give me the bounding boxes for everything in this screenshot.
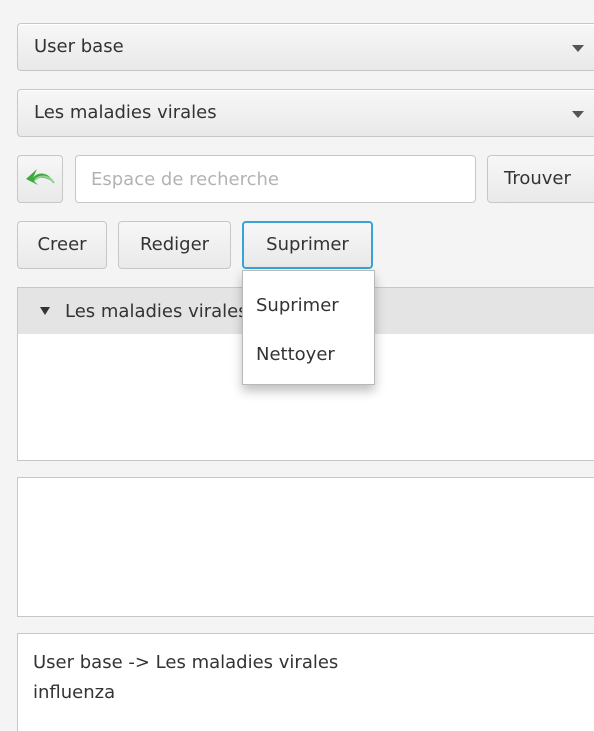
create-button[interactable]: Creer xyxy=(17,221,107,269)
tree-root-label: Les maladies virales xyxy=(65,301,248,322)
category-combo-label: Les maladies virales xyxy=(34,102,217,123)
chevron-down-icon xyxy=(572,45,584,52)
back-arrow-icon xyxy=(26,169,55,185)
chevron-down-icon xyxy=(572,111,584,118)
output-line: influenza xyxy=(33,682,116,703)
detail-panel[interactable] xyxy=(17,477,594,617)
user-base-combo-label: User base xyxy=(34,36,124,57)
delete-button[interactable]: Suprimer xyxy=(242,221,373,269)
user-base-combo[interactable]: User base xyxy=(17,23,594,71)
find-button[interactable]: Trouver xyxy=(487,155,594,203)
menu-item-delete[interactable]: Suprimer xyxy=(244,284,373,328)
context-menu: Suprimer Nettoyer xyxy=(242,270,375,385)
app-window: User base Les maladies virales Trouver C… xyxy=(0,0,594,731)
back-button[interactable] xyxy=(17,155,63,203)
menu-item-label: Suprimer xyxy=(256,295,339,316)
triangle-down-icon[interactable] xyxy=(40,307,50,315)
output-line: User base -> Les maladies virales xyxy=(33,652,339,673)
search-input[interactable] xyxy=(75,155,476,203)
category-combo[interactable]: Les maladies virales xyxy=(17,89,594,137)
menu-item-label: Nettoyer xyxy=(256,344,335,365)
output-textarea[interactable]: User base -> Les maladies virales influe… xyxy=(17,633,594,731)
menu-item-clear[interactable]: Nettoyer xyxy=(244,333,373,377)
edit-button[interactable]: Rediger xyxy=(118,221,231,269)
